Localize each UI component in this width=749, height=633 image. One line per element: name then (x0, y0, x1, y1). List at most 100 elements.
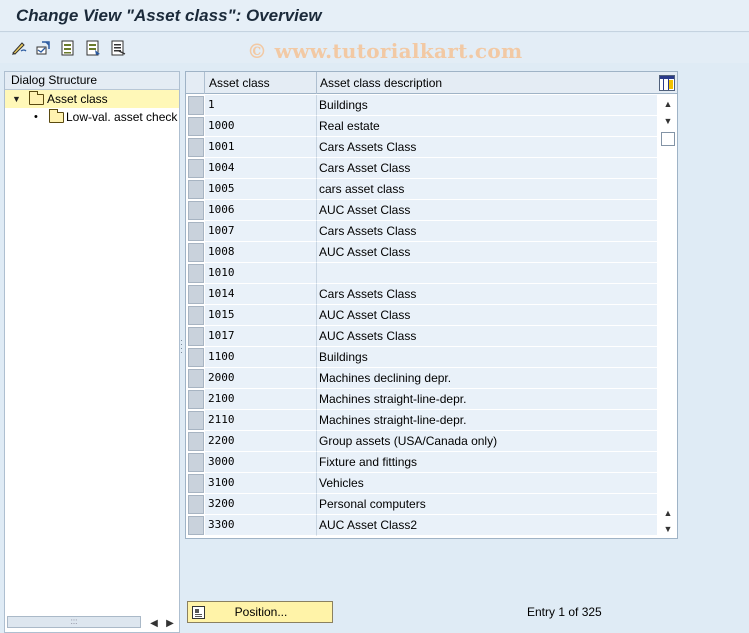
cell-description[interactable]: cars asset class (316, 179, 657, 200)
cell-description[interactable]: AUC Asset Class2 (316, 515, 657, 536)
table-row[interactable]: 1000 Real estate (186, 116, 659, 137)
cell-description[interactable]: Cars Assets Class (316, 284, 657, 305)
table-row[interactable]: 2110 Machines straight-line-depr. (186, 410, 659, 431)
copy-as-icon[interactable] (83, 38, 103, 58)
table-row[interactable]: 1100 Buildings (186, 347, 659, 368)
cell-asset-class[interactable]: 1005 (204, 179, 316, 200)
cell-description[interactable]: Personal computers (316, 494, 657, 515)
scroll-up-icon[interactable]: ▲ (662, 98, 674, 110)
cell-description[interactable]: Buildings (316, 347, 657, 368)
cell-asset-class[interactable]: 2110 (204, 410, 316, 431)
cell-asset-class[interactable]: 1017 (204, 326, 316, 347)
row-selector[interactable] (188, 453, 204, 472)
cell-description[interactable]: Cars Assets Class (316, 137, 657, 158)
row-selector[interactable] (188, 369, 204, 388)
cell-description[interactable]: AUC Asset Class (316, 200, 657, 221)
table-settings-icon[interactable] (659, 75, 675, 91)
cell-asset-class[interactable]: 1007 (204, 221, 316, 242)
table-row[interactable]: 1005 cars asset class (186, 179, 659, 200)
row-selector[interactable] (188, 264, 204, 283)
row-selector[interactable] (188, 516, 204, 535)
tree-item-asset-class[interactable]: ▼ Asset class (5, 90, 179, 108)
table-row[interactable]: 1010 (186, 263, 659, 284)
table-row[interactable]: 2100 Machines straight-line-depr. (186, 389, 659, 410)
cell-asset-class[interactable]: 2100 (204, 389, 316, 410)
tree-item-low-val-asset-check[interactable]: • Low-val. asset check (5, 108, 179, 126)
row-selector[interactable] (188, 348, 204, 367)
row-selector[interactable] (188, 285, 204, 304)
table-row[interactable]: 1001 Cars Assets Class (186, 137, 659, 158)
row-selector[interactable] (188, 201, 204, 220)
cell-asset-class[interactable]: 1001 (204, 137, 316, 158)
cell-asset-class[interactable]: 1 (204, 95, 316, 116)
table-row[interactable]: 1015 AUC Asset Class (186, 305, 659, 326)
cell-description[interactable]: Cars Assets Class (316, 221, 657, 242)
position-button[interactable]: Position... (187, 601, 333, 623)
cell-description[interactable]: Buildings (316, 95, 657, 116)
cell-asset-class[interactable]: 3200 (204, 494, 316, 515)
cell-description[interactable] (316, 263, 657, 284)
row-selector[interactable] (188, 306, 204, 325)
cell-asset-class[interactable]: 3100 (204, 473, 316, 494)
row-selector[interactable] (188, 222, 204, 241)
cell-description[interactable]: AUC Asset Class (316, 305, 657, 326)
column-header-asset-class[interactable]: Asset class (204, 72, 316, 94)
scroll-right-icon[interactable]: ▶ (163, 618, 177, 629)
select-all-icon[interactable] (108, 38, 128, 58)
row-selector[interactable] (188, 117, 204, 136)
row-selector[interactable] (188, 390, 204, 409)
row-selector[interactable] (188, 432, 204, 451)
table-row[interactable]: 1006 AUC Asset Class (186, 200, 659, 221)
cell-asset-class[interactable]: 1000 (204, 116, 316, 137)
cell-asset-class[interactable]: 2200 (204, 431, 316, 452)
cell-asset-class[interactable]: 3000 (204, 452, 316, 473)
table-row[interactable]: 2200 Group assets (USA/Canada only) (186, 431, 659, 452)
vertical-scrollbar[interactable]: ▲ ▼ ▲ ▼ (659, 95, 677, 538)
row-selector[interactable] (188, 327, 204, 346)
cell-asset-class[interactable]: 1014 (204, 284, 316, 305)
row-selector[interactable] (188, 138, 204, 157)
row-selector[interactable] (188, 474, 204, 493)
row-selector[interactable] (188, 180, 204, 199)
cell-description[interactable]: Real estate (316, 116, 657, 137)
table-row[interactable]: 3100 Vehicles (186, 473, 659, 494)
cell-asset-class[interactable]: 2000 (204, 368, 316, 389)
scroll-left-icon[interactable]: ◀ (147, 618, 161, 629)
table-row[interactable]: 1 Buildings (186, 95, 659, 116)
table-row[interactable]: 3200 Personal computers (186, 494, 659, 515)
column-header-description[interactable]: Asset class description (316, 72, 658, 94)
row-selector[interactable] (188, 243, 204, 262)
cell-asset-class[interactable]: 1004 (204, 158, 316, 179)
table-row[interactable]: 1014 Cars Assets Class (186, 284, 659, 305)
table-row[interactable]: 3000 Fixture and fittings (186, 452, 659, 473)
table-row[interactable]: 1007 Cars Assets Class (186, 221, 659, 242)
cell-description[interactable]: AUC Asset Class (316, 242, 657, 263)
pane-splitter[interactable]: · · · · (180, 336, 183, 357)
row-selector[interactable] (188, 495, 204, 514)
other-view-icon[interactable] (33, 38, 53, 58)
page-up-icon[interactable]: ▼ (662, 115, 674, 127)
table-row[interactable]: 1017 AUC Assets Class (186, 326, 659, 347)
cell-description[interactable]: Vehicles (316, 473, 657, 494)
cell-description[interactable]: Machines straight-line-depr. (316, 410, 657, 431)
cell-asset-class[interactable]: 1015 (204, 305, 316, 326)
page-down-icon[interactable]: ▲ (662, 507, 674, 519)
cell-asset-class[interactable]: 1008 (204, 242, 316, 263)
table-row[interactable]: 1004 Cars Asset Class (186, 158, 659, 179)
cell-asset-class[interactable]: 1006 (204, 200, 316, 221)
table-row[interactable]: 1008 AUC Asset Class (186, 242, 659, 263)
horizontal-scrollbar[interactable]: ::: (7, 616, 141, 628)
cell-description[interactable]: Machines straight-line-depr. (316, 389, 657, 410)
row-selector[interactable] (188, 96, 204, 115)
cell-description[interactable]: Group assets (USA/Canada only) (316, 431, 657, 452)
row-selector[interactable] (188, 159, 204, 178)
scroll-down-icon[interactable]: ▼ (662, 523, 674, 535)
cell-description[interactable]: Fixture and fittings (316, 452, 657, 473)
row-selector[interactable] (188, 411, 204, 430)
save-list-icon[interactable] (58, 38, 78, 58)
table-row[interactable]: 3300 AUC Asset Class2 (186, 515, 659, 536)
expand-arrow-icon[interactable]: ▼ (12, 90, 21, 108)
scroll-thumb[interactable] (661, 132, 675, 146)
edit-pencil-icon[interactable] (9, 38, 29, 58)
cell-asset-class[interactable]: 1010 (204, 263, 316, 284)
